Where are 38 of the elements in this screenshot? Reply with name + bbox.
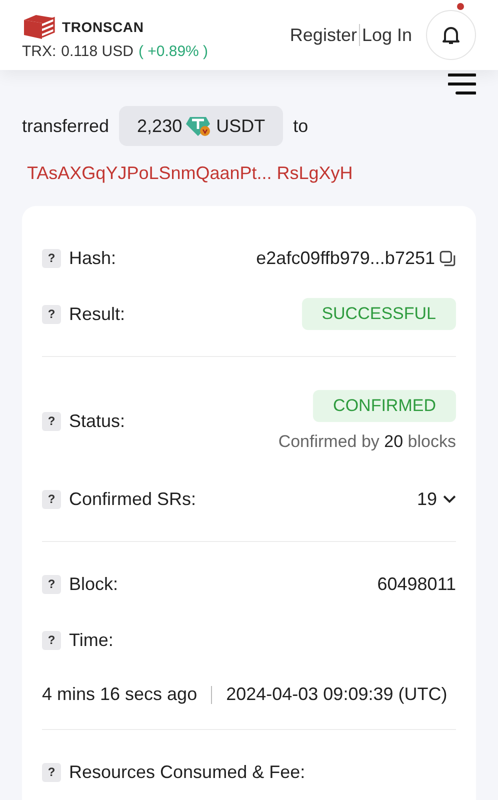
confirmation-note: Confirmed by 20 blocks [278, 432, 456, 452]
menu-icon[interactable] [448, 73, 476, 95]
field-label: Block: [69, 574, 118, 594]
tether-icon [186, 114, 212, 138]
field-label: Hash: [69, 248, 116, 268]
help-icon[interactable]: ? [42, 574, 61, 594]
notification-button[interactable] [426, 10, 476, 60]
help-icon[interactable]: ? [42, 248, 61, 268]
help-icon[interactable]: ? [42, 490, 61, 508]
help-icon[interactable]: ? [42, 630, 61, 650]
sr-count-dropdown[interactable]: 19 [416, 488, 456, 510]
logo-icon[interactable] [22, 14, 56, 40]
help-icon[interactable]: ? [42, 412, 61, 430]
chevron-down-icon [443, 494, 456, 504]
field-label: Confirmed SRs: [69, 488, 196, 510]
result-badge: SUCCESSFUL [302, 298, 456, 330]
time-ago: 4 mins 16 secs ago [42, 684, 198, 705]
price-label: TRX: [22, 43, 56, 60]
timestamp: 2024-04-03 09:09:39 (UTC) [226, 684, 448, 705]
transfer-verb: transferred [22, 116, 110, 136]
help-icon[interactable]: ? [42, 304, 61, 324]
recipient-address-link[interactable]: TAsAXGqYJPoLSnmQaanPt... RsLgXyH [27, 163, 353, 183]
field-label: Time: [69, 630, 114, 650]
logo-text[interactable]: TRONSCAN [62, 19, 144, 35]
login-link[interactable]: Log In [362, 24, 412, 46]
field-label: Result: [69, 304, 126, 324]
token-amount-chip[interactable]: 2,230 USDT [119, 106, 284, 146]
price-change: ( +0.89% ) [138, 43, 208, 60]
field-label: Status: [69, 410, 126, 432]
field-value: 60498011 [377, 574, 456, 594]
field-label: Resources Consumed & Fee: [69, 762, 306, 782]
register-link[interactable]: Register [290, 24, 357, 46]
hash-value[interactable]: e2afc09ffb979...b7251 [256, 248, 435, 268]
transfer-to: to [293, 116, 308, 136]
copy-icon[interactable] [439, 250, 456, 266]
help-icon[interactable]: ? [42, 762, 61, 782]
status-badge: CONFIRMED [313, 390, 456, 422]
price-value: 0.118 USD [61, 43, 134, 60]
